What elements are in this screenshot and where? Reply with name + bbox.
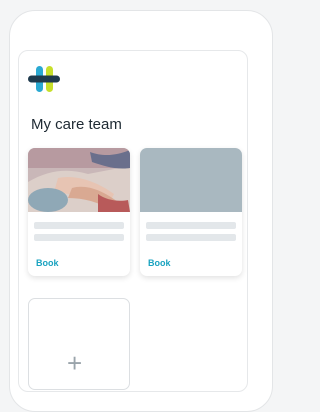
care-team-card[interactable]: Book (28, 148, 130, 276)
plus-icon: + (67, 348, 83, 378)
provider-role-placeholder (146, 234, 236, 241)
care-provider-photo (28, 148, 130, 212)
page-title: My care team (31, 116, 122, 133)
app-logo-icon (28, 66, 60, 92)
provider-role-placeholder (34, 234, 124, 241)
photo-placeholder (140, 148, 242, 212)
book-button[interactable]: Book (36, 258, 59, 268)
book-button[interactable]: Book (148, 258, 171, 268)
care-team-card[interactable]: Book (140, 148, 242, 276)
add-care-team-member-button[interactable]: + (28, 298, 130, 390)
provider-name-placeholder (146, 222, 236, 229)
provider-name-placeholder (34, 222, 124, 229)
